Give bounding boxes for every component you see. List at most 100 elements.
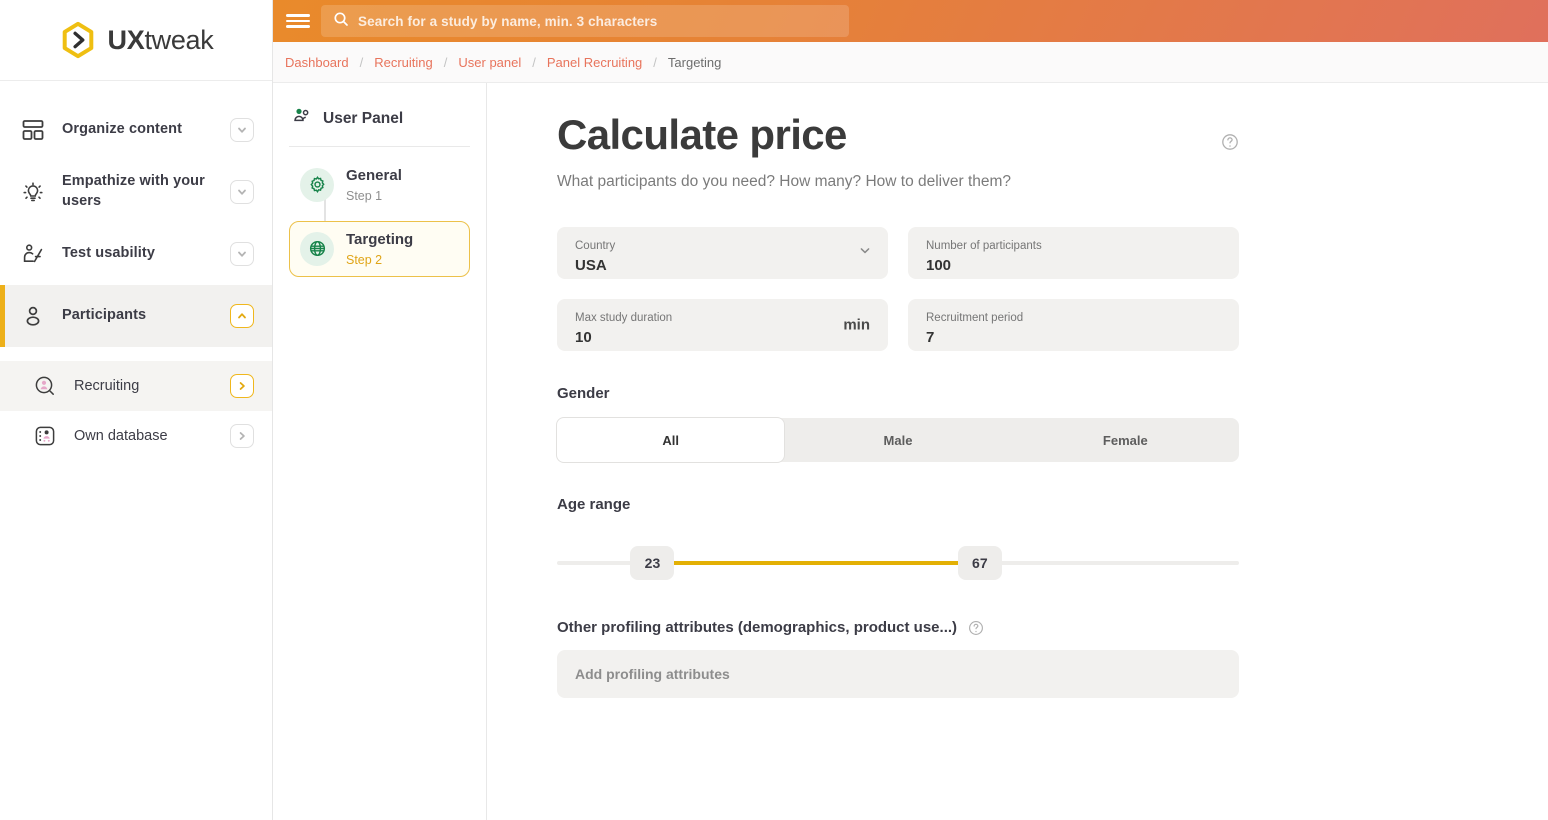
step-general[interactable]: General Step 1 <box>289 157 470 213</box>
title-row: Calculate price <box>557 111 1239 159</box>
main-content: Calculate price What participants do you… <box>487 83 1548 820</box>
gender-option-female[interactable]: Female <box>1012 418 1239 462</box>
slider-thumb-min[interactable]: 23 <box>630 546 675 580</box>
help-icon[interactable] <box>1221 133 1239 156</box>
hamburger-menu-icon[interactable] <box>285 11 311 31</box>
step-name: General <box>346 167 402 184</box>
brand-name-bold: UX <box>107 24 145 55</box>
add-profiling-attributes-input[interactable]: Add profiling attributes <box>557 650 1239 698</box>
breadcrumb-separator: / <box>653 54 657 70</box>
app-root: UXtweak Organize content Empathize with … <box>0 0 1548 820</box>
help-icon[interactable] <box>968 620 984 636</box>
search-input[interactable]: Search for a study by name, min. 3 chara… <box>321 5 849 37</box>
lightbulb-icon <box>18 180 48 204</box>
field-value: 100 <box>926 257 952 275</box>
database-people-icon <box>30 423 60 449</box>
recruitment-period-input[interactable]: Recruitment period 7 <box>908 299 1239 351</box>
user-panel-icon <box>291 105 313 132</box>
sidebar-item-own-database[interactable]: Own database <box>0 411 272 461</box>
country-select[interactable]: Country USA <box>557 227 888 279</box>
sidebar-item-label: Empathize with your users <box>62 173 205 209</box>
main-sidebar: UXtweak Organize content Empathize with … <box>0 0 273 820</box>
layout-icon <box>18 118 48 142</box>
breadcrumb-item-user-panel[interactable]: User panel <box>458 55 521 70</box>
chevron-down-icon[interactable] <box>230 180 254 204</box>
field-label: Max study duration <box>575 311 673 324</box>
age-range-label: Age range <box>557 496 631 513</box>
step-text: Targeting Step 2 <box>346 231 413 267</box>
divider <box>289 146 470 147</box>
step-text: General Step 1 <box>346 167 402 203</box>
chevron-down-icon[interactable] <box>230 242 254 266</box>
sidebar-item-label: Organize content <box>62 121 183 138</box>
step-sub: Step 2 <box>346 252 383 267</box>
max-study-duration-input[interactable]: Max study duration 10 min <box>557 299 888 351</box>
gear-icon <box>300 167 334 202</box>
sidebar-nav: Organize content Empathize with your use… <box>0 81 272 461</box>
search-icon <box>333 11 349 32</box>
breadcrumb-separator: / <box>532 54 536 70</box>
page-title: Calculate price <box>557 111 847 158</box>
sidebar-subitem-label: Recruiting <box>74 378 140 394</box>
search-placeholder: Search for a study by name, min. 3 chara… <box>358 13 658 29</box>
gender-option-all[interactable]: All <box>557 418 785 462</box>
steps-panel-header: User Panel <box>289 105 470 132</box>
breadcrumb-separator: / <box>443 54 448 70</box>
parameters-grid: Country USA Number of participants 100 M… <box>557 227 1239 351</box>
sidebar-item-organize-content[interactable]: Organize content <box>0 99 272 161</box>
sidebar-item-participants[interactable]: Participants <box>0 285 272 347</box>
gender-option-male[interactable]: Male <box>784 418 1011 462</box>
brand-wordmark: UXtweak <box>108 25 214 56</box>
field-value: 10 <box>575 329 592 347</box>
slider-active-track <box>652 561 980 565</box>
sidebar-item-empathize-with-your-users[interactable]: Empathize with your users <box>0 161 272 223</box>
person-at-desk-icon <box>18 242 48 266</box>
page-subtitle: What participants do you need? How many?… <box>557 173 1012 190</box>
field-unit-suffix: min <box>843 316 870 334</box>
chevron-up-icon[interactable] <box>230 304 254 328</box>
field-value: USA <box>575 257 607 275</box>
field-value: 7 <box>926 329 935 347</box>
breadcrumb-item-targeting: Targeting <box>667 54 722 70</box>
sidebar-item-label: Test usability <box>62 245 155 262</box>
breadcrumb-item-recruiting[interactable]: Recruiting <box>374 55 433 70</box>
age-range-slider[interactable]: 23 67 <box>557 543 1239 583</box>
user-icon <box>18 304 48 328</box>
profiling-attributes-label: Other profiling attributes (demographics… <box>557 619 958 636</box>
user-search-icon <box>30 373 60 399</box>
profiling-attributes-header: Other profiling attributes (demographics… <box>557 619 1548 636</box>
breadcrumb: Dashboard / Recruiting / User panel / Pa… <box>273 42 1548 83</box>
right-region: Search for a study by name, min. 3 chara… <box>273 0 1548 820</box>
breadcrumb-separator: / <box>359 54 364 70</box>
chevron-right-icon[interactable] <box>230 374 254 398</box>
globe-icon <box>300 231 334 266</box>
hexagon-logo-icon <box>62 21 93 59</box>
field-label: Number of participants <box>926 239 1042 252</box>
chevron-right-icon[interactable] <box>230 424 254 448</box>
field-label: Recruitment period <box>926 311 1024 324</box>
brand-header: UXtweak <box>0 0 272 81</box>
top-bar: Search for a study by name, min. 3 chara… <box>273 0 1548 42</box>
chevron-down-icon[interactable] <box>230 118 254 142</box>
chevron-down-icon[interactable] <box>858 244 872 263</box>
steps-panel: User Panel General Step 1 Targeting Step… <box>273 83 487 820</box>
steps-panel-title: User Panel <box>323 109 404 127</box>
number-of-participants-input[interactable]: Number of participants 100 <box>908 227 1239 279</box>
breadcrumb-item-dashboard[interactable]: Dashboard <box>285 55 349 70</box>
step-sub: Step 1 <box>346 188 383 203</box>
nav-gap <box>0 347 272 361</box>
step-name: Targeting <box>346 230 414 248</box>
sidebar-item-test-usability[interactable]: Test usability <box>0 223 272 285</box>
gender-segmented-control: All Male Female <box>557 418 1239 462</box>
body-area: User Panel General Step 1 Targeting Step… <box>273 83 1548 820</box>
uxtweak-logo[interactable]: UXtweak <box>59 21 214 59</box>
step-targeting[interactable]: Targeting Step 2 <box>289 220 470 277</box>
slider-thumb-max[interactable]: 67 <box>957 546 1002 580</box>
sidebar-item-recruiting[interactable]: Recruiting <box>0 361 272 411</box>
brand-name-light: tweak <box>144 24 214 55</box>
steps-list: General Step 1 Targeting Step 2 <box>289 157 470 277</box>
profiling-placeholder: Add profiling attributes <box>575 666 730 682</box>
sidebar-item-label: Participants <box>62 307 147 324</box>
field-label: Country <box>575 239 616 252</box>
breadcrumb-item-panel-recruiting[interactable]: Panel Recruiting <box>547 55 642 70</box>
